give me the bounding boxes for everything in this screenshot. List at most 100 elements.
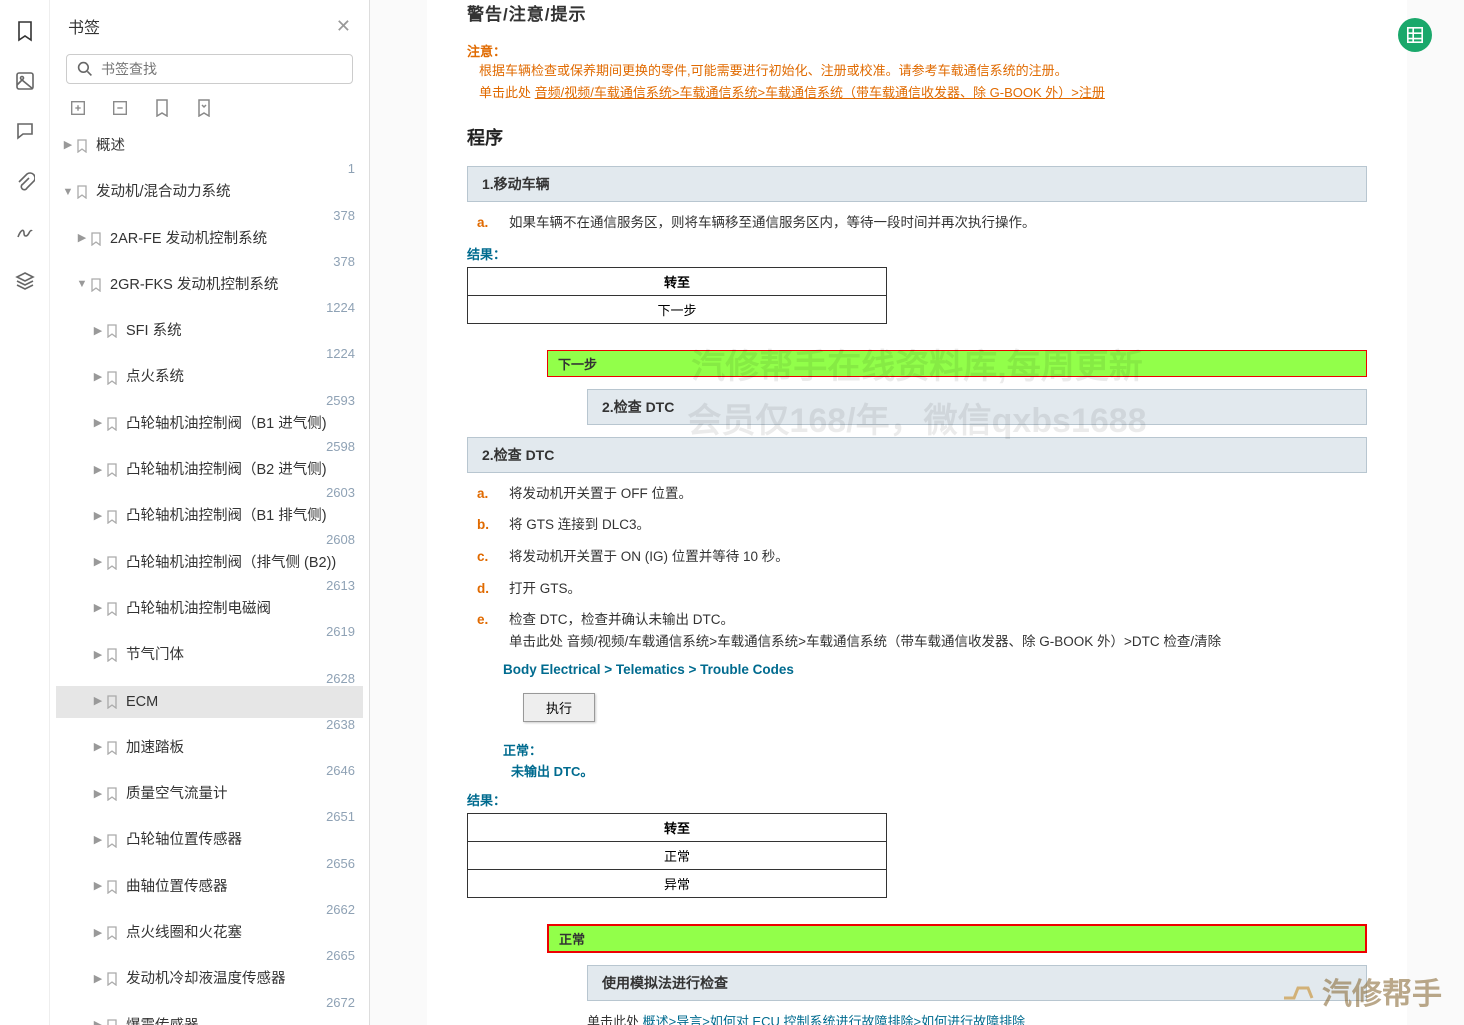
section-heading: 警告/注意/提示: [467, 0, 1367, 25]
nav-path: Body Electrical > Telematics > Trouble C…: [503, 662, 1367, 677]
inner-step2: 2.检查 DTC: [587, 389, 1367, 425]
page-number: 2662: [326, 902, 355, 917]
tree-label: 曲轴位置传感器: [126, 877, 359, 897]
caret-icon[interactable]: ▶: [92, 370, 104, 385]
tree-item[interactable]: ▶发动机冷却液温度传感器: [56, 963, 363, 995]
bookmark-icon: [106, 834, 120, 848]
step1-bar: 1.移动车辆: [467, 166, 1367, 202]
tree-item[interactable]: ▶ 凸轮轴位置传感器: [56, 824, 363, 856]
tree-label: 加速踏板: [126, 738, 359, 758]
caret-icon[interactable]: ▶: [92, 787, 104, 802]
caret-icon[interactable]: ▶: [92, 509, 104, 524]
page-number: 2608: [326, 532, 355, 547]
sidebar-title: 书签: [68, 14, 100, 38]
caret-icon[interactable]: ▶: [92, 648, 104, 663]
page-number: 2656: [326, 856, 355, 871]
layers-tab-icon[interactable]: [12, 268, 38, 294]
tree-item[interactable]: ▼ 2GR-FKS 发动机控制系统: [56, 269, 363, 301]
tree-label: 凸轮轴位置传感器: [126, 830, 359, 850]
bookmark-sidebar: 书签 ✕ ▶概述1▼发动机/混合动力系统378▶2AR-FE 发动机控制系统37…: [50, 0, 370, 1025]
tree-item[interactable]: ▶凸轮轴机油控制阀（B1 进气侧): [56, 408, 363, 440]
sign-tab-icon[interactable]: [12, 218, 38, 244]
attach-tab-icon[interactable]: [12, 168, 38, 194]
tree-item[interactable]: ▶概述: [56, 130, 363, 162]
caret-icon[interactable]: ▶: [92, 555, 104, 570]
caret-icon[interactable]: ▶: [92, 1018, 104, 1025]
tree-item[interactable]: ▶凸轮轴机油控制电磁阀: [56, 593, 363, 625]
bookmark-tree[interactable]: ▶概述1▼发动机/混合动力系统378▶2AR-FE 发动机控制系统378▼2GR…: [50, 130, 369, 1025]
tree-label: 点火线圈和火花塞: [126, 923, 359, 943]
caret-icon[interactable]: ▶: [92, 833, 104, 848]
page-number: 1224: [326, 346, 355, 361]
warn-body: 根据车辆检查或保养期间更换的零件,可能需要进行初始化、注册或校准。请参考车载通信…: [479, 60, 1367, 104]
document-view[interactable]: 警告/注意/提示 注意： 根据车辆检查或保养期间更换的零件,可能需要进行初始化、…: [370, 0, 1464, 1025]
caret-icon[interactable]: ▶: [92, 740, 104, 755]
tree-item[interactable]: ▶ 点火系统: [56, 361, 363, 393]
page-number: 1: [348, 161, 355, 176]
caret-icon[interactable]: ▼: [62, 185, 74, 200]
tree-item[interactable]: ▶ 节气门体: [56, 639, 363, 671]
comment-tab-icon[interactable]: [12, 118, 38, 144]
expand-all-icon[interactable]: [68, 98, 88, 118]
page-number: 2628: [326, 671, 355, 686]
table-fab-icon[interactable]: [1398, 18, 1432, 52]
caret-icon[interactable]: ▶: [92, 972, 104, 987]
tree-label: 爆震传感器: [126, 1016, 359, 1025]
page-number: 1224: [326, 300, 355, 315]
caret-icon[interactable]: ▼: [76, 277, 88, 292]
bookmark-icon: [106, 417, 120, 431]
image-tab-icon[interactable]: [12, 68, 38, 94]
tree-item[interactable]: ▶ SFI 系统: [56, 315, 363, 347]
tree-label: 节气门体: [126, 645, 359, 665]
page-number: 2598: [326, 439, 355, 454]
bookmark-icon: [106, 926, 120, 940]
tree-item[interactable]: ▶凸轮轴机油控制阀（B2 进气侧): [56, 454, 363, 486]
result-table-1: 转至 下一步: [467, 267, 887, 324]
collapse-all-icon[interactable]: [110, 98, 130, 118]
caret-icon[interactable]: ▶: [92, 601, 104, 616]
caret-icon[interactable]: ▶: [92, 463, 104, 478]
dtc-link[interactable]: 音频/视频/车载通信系统>车载通信系统>车载通信系统（带车载通信收发器、除 G-…: [567, 634, 1221, 649]
tree-item[interactable]: ▶ 加速踏板: [56, 732, 363, 764]
caret-icon[interactable]: ▶: [76, 231, 88, 246]
bookmark-tab-icon[interactable]: [12, 18, 38, 44]
caret-icon[interactable]: ▶: [92, 926, 104, 941]
caret-icon[interactable]: ▶: [92, 416, 104, 431]
page-number: 2672: [326, 995, 355, 1010]
tree-label: 凸轮轴机油控制阀（排气侧 (B2)): [126, 553, 359, 573]
tree-item[interactable]: ▶ 凸轮轴机油控制阀（排气侧 (B2)): [56, 547, 363, 579]
tree-label: SFI 系统: [126, 321, 359, 341]
tree-item[interactable]: ▶ECM: [56, 686, 363, 718]
result-table-2: 转至 正常 异常: [467, 813, 887, 898]
tree-label: 2GR-FKS 发动机控制系统: [110, 275, 359, 295]
tree-item[interactable]: ▶ 曲轴位置传感器: [56, 871, 363, 903]
tree-item[interactable]: ▼ 发动机/混合动力系统: [56, 176, 363, 208]
page-number: 378: [333, 254, 355, 269]
close-icon[interactable]: ✕: [336, 16, 351, 37]
bookmark-icon: [106, 556, 120, 570]
bookmark-icon: [106, 741, 120, 755]
bm-tool1-icon[interactable]: [152, 98, 172, 118]
execute-button[interactable]: 执行: [523, 693, 595, 722]
caret-icon[interactable]: ▶: [92, 879, 104, 894]
brand-watermark: 汽修帮手: [1280, 969, 1442, 1013]
tree-item[interactable]: ▶凸轮轴机油控制阀（B1 排气侧): [56, 500, 363, 532]
tree-item[interactable]: ▶2AR-FE 发动机控制系统: [56, 223, 363, 255]
tree-item[interactable]: ▶ 点火线圈和火花塞: [56, 917, 363, 949]
page-number: 2613: [326, 578, 355, 593]
bookmark-search[interactable]: [66, 54, 353, 84]
search-input[interactable]: [101, 61, 342, 77]
sim-link[interactable]: 概述>导言>如何对 ECU 控制系统进行故障排除>如何进行故障排除: [643, 1014, 1025, 1025]
page-number: 2646: [326, 763, 355, 778]
caret-icon[interactable]: ▶: [92, 324, 104, 339]
bookmark-icon: [106, 695, 120, 709]
caret-icon[interactable]: ▶: [62, 138, 74, 153]
warn-link[interactable]: 音频/视频/车载通信系统>车载通信系统>车载通信系统（带车载通信收发器、除 G-…: [535, 85, 1105, 100]
tree-item[interactable]: ▶ 爆震传感器: [56, 1010, 363, 1025]
bookmark-icon: [106, 648, 120, 662]
tree-label: 发动机/混合动力系统: [96, 182, 359, 202]
bm-tool2-icon[interactable]: [194, 98, 214, 118]
tree-label: 点火系统: [126, 367, 359, 387]
caret-icon[interactable]: ▶: [92, 694, 104, 709]
tree-item[interactable]: ▶质量空气流量计: [56, 778, 363, 810]
